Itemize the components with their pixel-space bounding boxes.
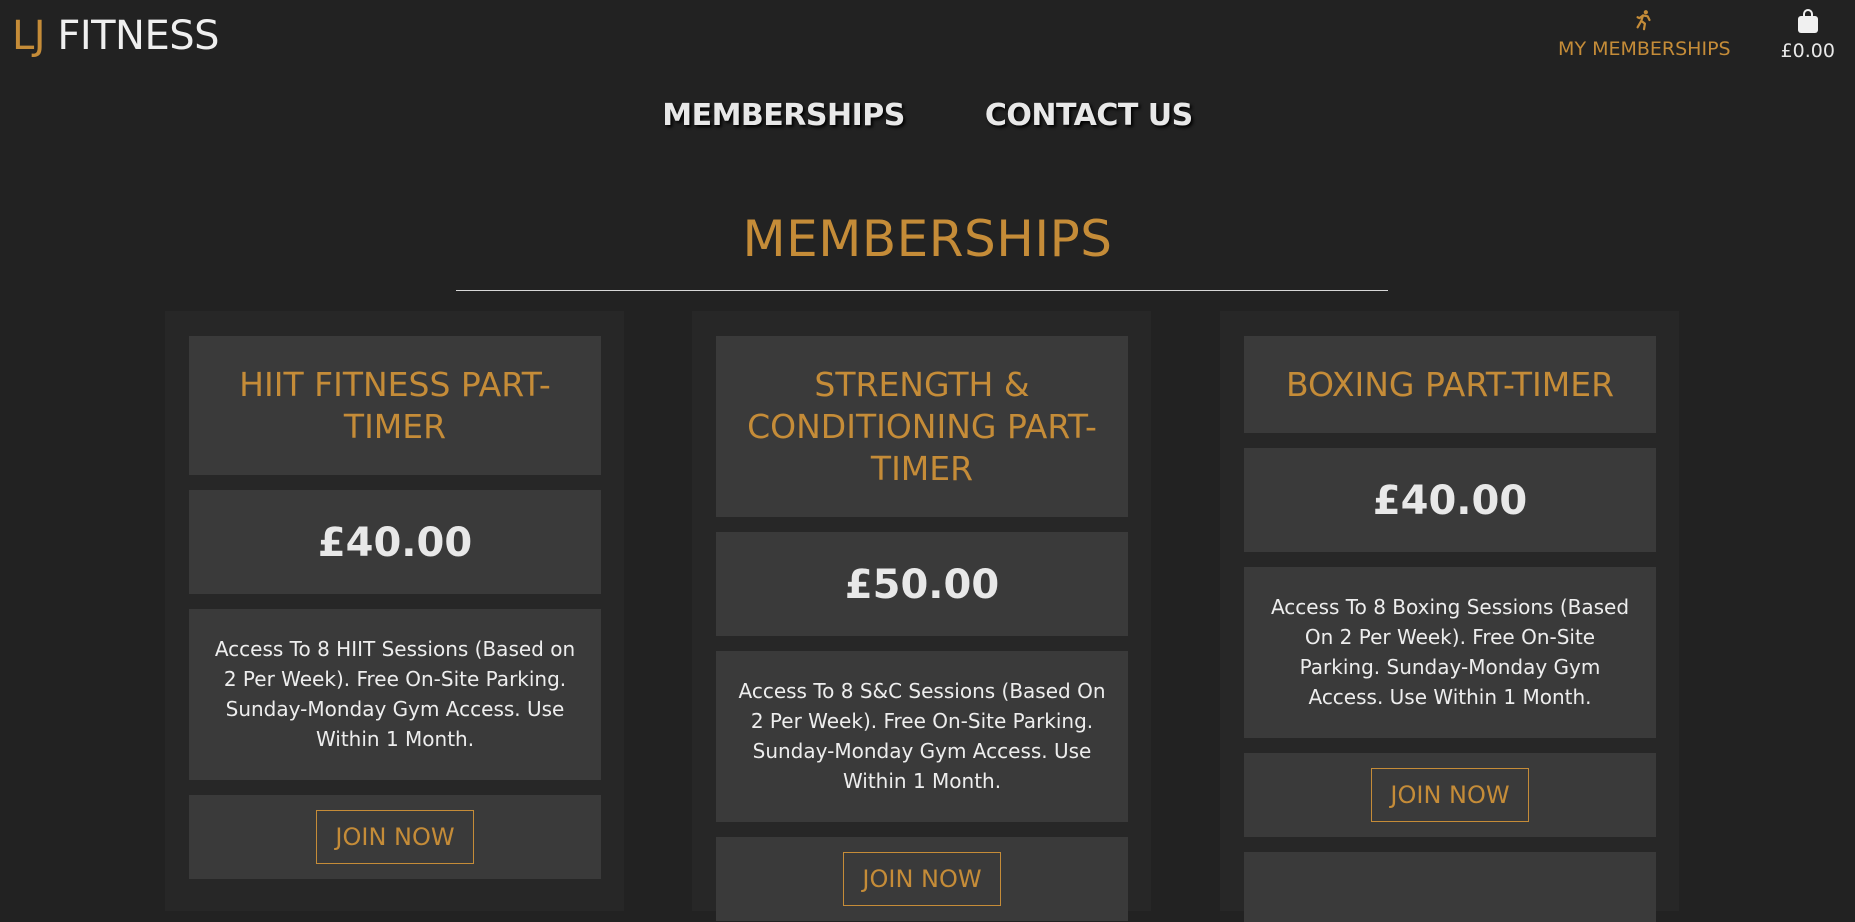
card-action: JOIN NOW — [189, 795, 601, 879]
card-description: Access To 8 S&C Sessions (Based On 2 Per… — [716, 651, 1128, 822]
card-price: £50.00 — [716, 532, 1128, 636]
membership-card-boxing: BOXING PART-TIMER £40.00 Access To 8 Box… — [1244, 336, 1656, 922]
card-description: Access To 8 Boxing Sessions (Based On 2 … — [1244, 567, 1656, 738]
page-title: MEMBERSHIPS — [742, 210, 1113, 268]
card-description: Access To 8 HIIT Sessions (Based on 2 Pe… — [189, 609, 601, 780]
my-memberships-link[interactable]: MY MEMBERSHIPS — [1558, 8, 1731, 60]
membership-card-strength: STRENGTH & CONDITIONING PART-TIMER £50.0… — [716, 336, 1128, 921]
running-person-icon — [1636, 10, 1651, 31]
main-nav: MEMBERSHIPS CONTACT US — [0, 98, 1855, 133]
membership-card-hiit: HIIT FITNESS PART-TIMER £40.00 Access To… — [189, 336, 601, 879]
site-logo[interactable]: LJ FITNESS — [12, 10, 220, 62]
bag-total: £0.00 — [1780, 40, 1835, 62]
shopping-bag-link[interactable]: £0.00 — [1781, 8, 1835, 62]
card-footer — [1244, 852, 1656, 922]
card-title: STRENGTH & CONDITIONING PART-TIMER — [716, 336, 1128, 517]
shopping-bag-icon — [1797, 9, 1818, 33]
card-title: BOXING PART-TIMER — [1244, 336, 1656, 433]
join-now-button[interactable]: JOIN NOW — [316, 810, 474, 864]
card-title: HIIT FITNESS PART-TIMER — [189, 336, 601, 475]
card-price: £40.00 — [1244, 448, 1656, 552]
card-price: £40.00 — [189, 490, 601, 594]
header-actions: MY MEMBERSHIPS £0.00 — [1558, 8, 1835, 62]
nav-memberships[interactable]: MEMBERSHIPS — [662, 98, 905, 133]
title-divider — [456, 290, 1388, 291]
logo-prefix: LJ — [12, 13, 46, 59]
my-memberships-label: MY MEMBERSHIPS — [1558, 38, 1731, 60]
join-now-button[interactable]: JOIN NOW — [843, 852, 1001, 906]
logo-name: FITNESS — [57, 13, 220, 59]
join-now-button[interactable]: JOIN NOW — [1371, 768, 1529, 822]
card-action: JOIN NOW — [1244, 753, 1656, 837]
card-action: JOIN NOW — [716, 837, 1128, 921]
nav-contact-us[interactable]: CONTACT US — [985, 98, 1193, 133]
